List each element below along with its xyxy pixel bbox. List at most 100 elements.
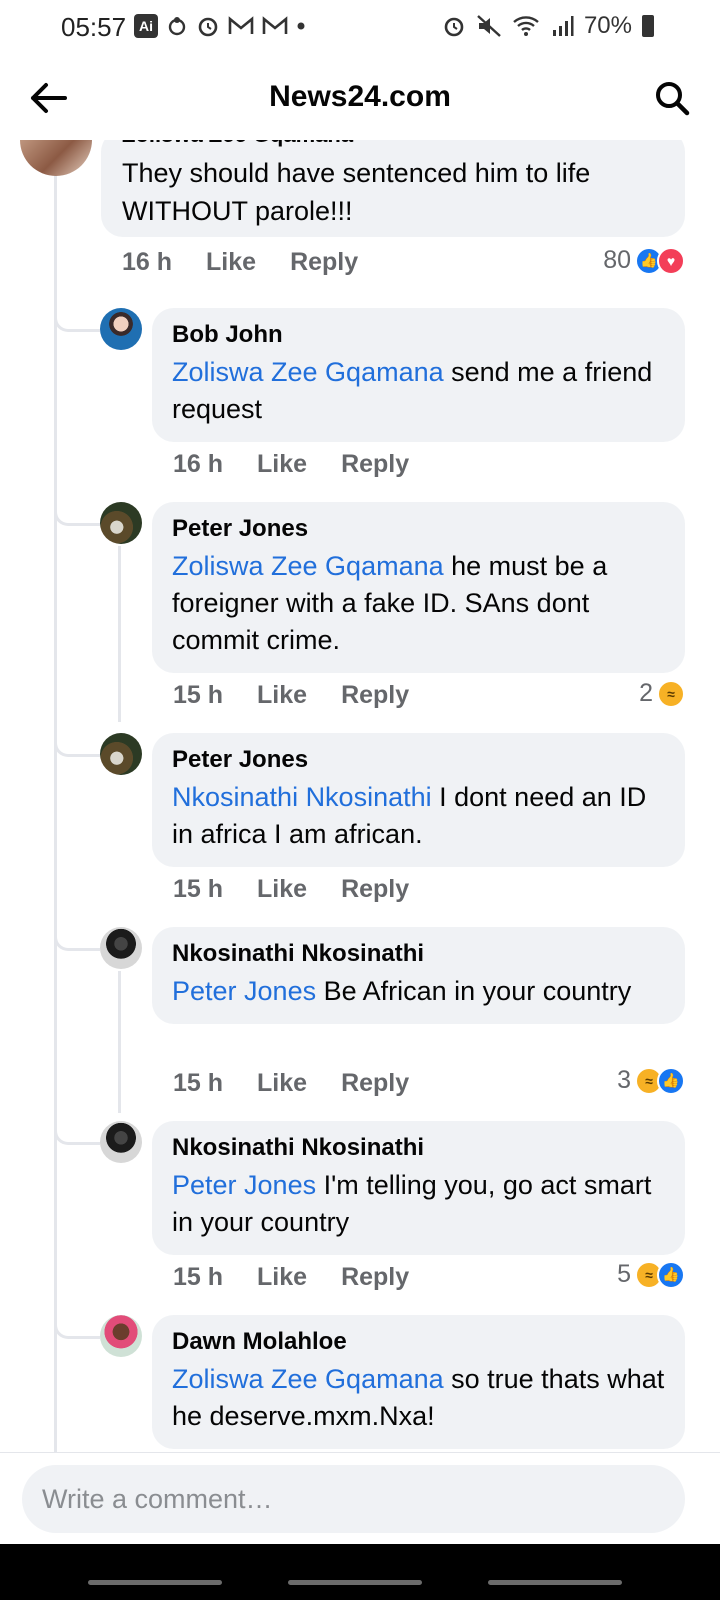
comment-text: They should have sentenced him to life W… — [122, 158, 591, 226]
like-button[interactable]: Like — [257, 450, 307, 479]
comment-thread: Zoliswa Zee Gqamana They should have sen… — [0, 140, 720, 1482]
avatar[interactable] — [100, 927, 142, 969]
alarm-icon — [444, 17, 464, 37]
sub-thread-line — [118, 546, 121, 722]
battery-percent: 70% — [583, 12, 632, 39]
mention-link[interactable]: Zoliswa Zee Gqamana — [172, 357, 444, 387]
reply-button[interactable]: Reply — [341, 450, 409, 479]
avatar[interactable] — [100, 308, 142, 350]
reply-connector — [54, 929, 100, 951]
mention-link[interactable]: Zoliswa Zee Gqamana — [172, 551, 444, 581]
comment-author[interactable]: Peter Jones — [172, 745, 665, 775]
wifi-icon — [513, 16, 539, 36]
mention-link[interactable]: Peter Jones — [172, 1170, 316, 1200]
reply-button[interactable]: Reply — [341, 1069, 409, 1098]
comment-time[interactable]: 15 h — [173, 1069, 223, 1098]
reaction-count: 5 — [617, 1260, 631, 1288]
comment-author[interactable]: Nkosinathi Nkosinathi — [172, 939, 665, 969]
reaction-summary[interactable]: 5 ≈ 👍 — [617, 1260, 685, 1289]
comment-actions: 15 h Like Reply — [173, 1263, 409, 1292]
thread-line — [54, 170, 57, 1482]
reply-button[interactable]: Reply — [290, 248, 358, 277]
status-notification-icons: Ai — [134, 14, 306, 38]
reaction-count: 80 — [603, 246, 631, 274]
comment-body: Be African in your country — [316, 976, 632, 1006]
mention-link[interactable]: Peter Jones — [172, 976, 316, 1006]
gmail-icon — [228, 16, 254, 34]
like-button[interactable]: Like — [257, 1263, 307, 1292]
home-button[interactable] — [288, 1580, 422, 1585]
comment-bubble[interactable]: Nkosinathi Nkosinathi Peter Jones I'm te… — [152, 1121, 685, 1255]
reaction-summary[interactable]: 2 ≈ — [639, 679, 685, 708]
comment-bubble[interactable]: Peter Jones Nkosinathi Nkosinathi I dont… — [152, 733, 685, 867]
reply-button[interactable]: Reply — [341, 681, 409, 710]
like-reaction-icon: 👍 — [657, 1066, 685, 1095]
comment-author[interactable]: Nkosinathi Nkosinathi — [172, 1133, 665, 1163]
reply-connector — [54, 1317, 100, 1339]
status-bar: 05:57 Ai 70% — [0, 0, 720, 56]
avatar[interactable] — [20, 140, 92, 176]
gmail-icon — [262, 16, 288, 34]
comment-input[interactable] — [22, 1465, 685, 1533]
like-button[interactable]: Like — [257, 1069, 307, 1098]
comment-text: Peter Jones Be African in your country — [172, 973, 665, 1010]
comment-bubble[interactable]: Nkosinathi Nkosinathi Peter Jones Be Afr… — [152, 927, 685, 1024]
mention-link[interactable]: Nkosinathi Nkosinathi — [172, 782, 432, 812]
battery-icon — [642, 15, 654, 37]
sub-thread-line — [118, 971, 121, 1113]
comment-bubble[interactable]: Dawn Molahloe Zoliswa Zee Gqamana so tru… — [152, 1315, 685, 1449]
mention-link[interactable]: Zoliswa Zee Gqamana — [172, 1364, 444, 1394]
like-button[interactable]: Like — [257, 681, 307, 710]
status-system-icons: 70% — [442, 12, 654, 40]
like-button[interactable]: Like — [257, 875, 307, 904]
signal-icon — [552, 16, 574, 36]
mute-icon — [477, 15, 501, 37]
comment-composer — [0, 1452, 720, 1544]
comment-time[interactable]: 15 h — [173, 1263, 223, 1292]
comment-actions: 16 h Like Reply — [173, 450, 409, 479]
comment-text: Zoliswa Zee Gqamana so true thats what h… — [172, 1361, 665, 1435]
comment-time[interactable]: 15 h — [173, 875, 223, 904]
comment-actions: 15 h Like Reply — [173, 1069, 409, 1098]
comment-author[interactable]: Zoliswa Zee Gqamana — [122, 140, 353, 148]
comment-actions: 16 h Like Reply — [122, 248, 358, 277]
comment-text: Peter Jones I'm telling you, go act smar… — [172, 1167, 665, 1241]
comment-bubble[interactable]: Peter Jones Zoliswa Zee Gqamana he must … — [152, 502, 685, 673]
ai-icon: Ai — [134, 14, 158, 38]
comment-time[interactable]: 16 h — [173, 450, 223, 479]
alarm-icon — [198, 17, 218, 37]
comment-time[interactable]: 16 h — [122, 248, 172, 277]
reaction-count: 3 — [617, 1066, 631, 1094]
reply-connector — [54, 1123, 100, 1145]
reply-button[interactable]: Reply — [341, 875, 409, 904]
recent-apps-button[interactable] — [88, 1580, 222, 1585]
reply-button[interactable]: Reply — [341, 1263, 409, 1292]
comment-time[interactable]: 15 h — [173, 681, 223, 710]
haha-reaction-icon: ≈ — [657, 679, 685, 708]
avatar[interactable] — [100, 1315, 142, 1357]
avatar[interactable] — [100, 733, 142, 775]
notification-icon — [168, 17, 186, 36]
system-nav-bar — [0, 1544, 720, 1600]
comment-text: Nkosinathi Nkosinathi I dont need an ID … — [172, 779, 665, 853]
like-button[interactable]: Like — [206, 248, 256, 277]
comment-actions: 15 h Like Reply — [173, 681, 409, 710]
avatar[interactable] — [100, 502, 142, 544]
page-title: News24.com — [269, 80, 451, 113]
system-back-button[interactable] — [488, 1580, 622, 1585]
comment-bubble[interactable]: Bob John Zoliswa Zee Gqamana send me a f… — [152, 308, 685, 442]
comment-author[interactable]: Dawn Molahloe — [172, 1327, 665, 1357]
avatar[interactable] — [100, 1121, 142, 1163]
reaction-summary[interactable]: 80 👍 ♥ — [603, 246, 685, 275]
love-reaction-icon: ♥ — [657, 246, 685, 275]
like-reaction-icon: 👍 — [657, 1260, 685, 1289]
comment-author[interactable]: Peter Jones — [172, 514, 665, 544]
dot-icon — [297, 22, 305, 30]
reply-connector — [54, 310, 100, 332]
reply-connector — [54, 504, 100, 526]
comment-author[interactable]: Bob John — [172, 320, 665, 350]
search-button[interactable] — [648, 76, 696, 120]
reaction-summary[interactable]: 3 ≈ 👍 — [617, 1066, 685, 1095]
comment-actions: 15 h Like Reply — [173, 875, 409, 904]
reaction-count: 2 — [639, 679, 653, 707]
